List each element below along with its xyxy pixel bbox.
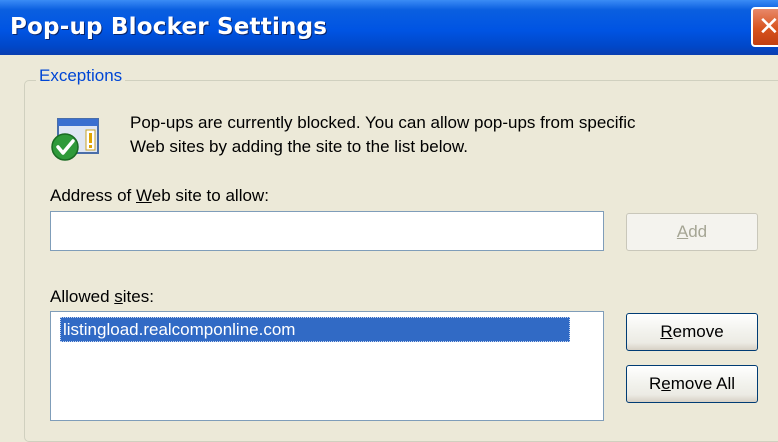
info-line-1: Pop-ups are currently blocked. You can a… <box>130 113 636 132</box>
close-button[interactable]: ✕ <box>751 7 778 47</box>
title-bar[interactable]: Pop-up Blocker Settings ✕ <box>0 0 778 55</box>
allowed-label-post: ites: <box>122 287 154 306</box>
remove-all-button[interactable]: Remove All <box>626 365 758 403</box>
security-shield-check-icon <box>51 118 99 161</box>
allowed-sites-label: Allowed sites: <box>50 287 154 307</box>
address-label-post: eb site to allow: <box>151 186 269 205</box>
add-button-rest: dd <box>688 222 708 241</box>
exceptions-label: Exceptions <box>36 66 126 86</box>
allowed-sites-list[interactable]: listingload.realcomponline.com <box>50 311 604 421</box>
add-button-key: A <box>676 222 689 241</box>
remove-button-rest: emove <box>672 322 724 341</box>
allowed-label-pre: Allowed <box>50 287 115 306</box>
remove-button[interactable]: Remove <box>626 313 758 351</box>
list-item[interactable]: listingload.realcomponline.com <box>60 317 570 342</box>
info-text: Pop-ups are currently blocked. You can a… <box>130 111 636 159</box>
remove-all-key: e <box>661 374 671 393</box>
remove-button-key: R <box>660 322 673 341</box>
add-button[interactable]: Add <box>626 213 758 251</box>
address-label: Address of Web site to allow: <box>50 186 269 206</box>
info-line-2: Web sites by adding the site to the list… <box>130 137 468 156</box>
window-title: Pop-up Blocker Settings <box>10 14 328 40</box>
close-icon: ✕ <box>758 12 778 42</box>
remove-all-post: move All <box>670 374 735 393</box>
address-label-key: W <box>136 186 152 205</box>
address-input[interactable] <box>50 211 604 251</box>
allowed-label-key: s <box>114 287 123 306</box>
remove-all-pre: R <box>649 374 662 393</box>
address-label-pre: Address of <box>50 186 136 205</box>
